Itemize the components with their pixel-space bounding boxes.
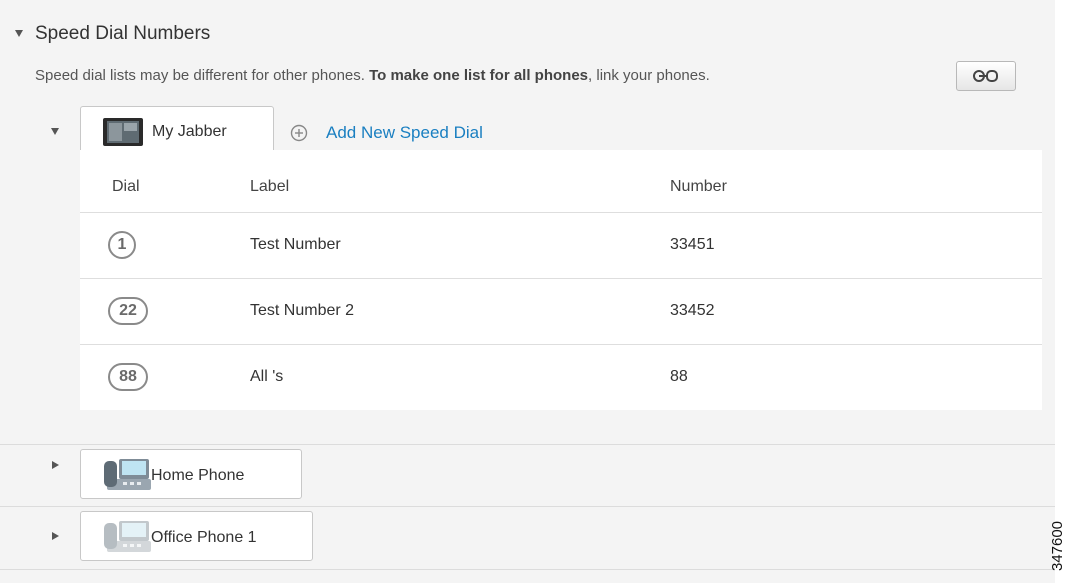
header-dial: Dial <box>112 178 140 195</box>
link-icon <box>973 70 998 82</box>
table-row[interactable]: 1 Test Number 33451 <box>80 212 1042 278</box>
info-text-bold: To make one list for all phones <box>369 67 589 84</box>
dial-badge: 1 <box>108 231 136 259</box>
collapse-device-icon[interactable] <box>51 128 59 135</box>
row-number: 88 <box>670 368 688 385</box>
row-number: 33452 <box>670 302 715 319</box>
link-phones-button[interactable] <box>956 61 1016 91</box>
expand-device-icon[interactable] <box>52 532 59 540</box>
header-number: Number <box>670 178 727 195</box>
add-speed-dial-label: Add New Speed Dial <box>326 123 483 142</box>
collapse-section-icon[interactable] <box>15 30 23 37</box>
device-button-office-phone-1[interactable]: Office Phone 1 <box>80 511 313 561</box>
desk-phone-icon <box>104 459 151 490</box>
device-label: Home Phone <box>151 467 245 484</box>
divider <box>0 569 1055 570</box>
expand-device-icon[interactable] <box>52 461 59 469</box>
divider <box>0 444 1055 445</box>
speed-dial-panel: Speed Dial Numbers Speed dial lists may … <box>0 0 1055 583</box>
table-row[interactable]: 88 All 's 88 <box>80 344 1042 410</box>
info-text: Speed dial lists may be different for ot… <box>35 67 710 84</box>
device-button-home-phone[interactable]: Home Phone <box>80 449 302 499</box>
row-number: 33451 <box>670 236 715 253</box>
row-label: Test Number <box>250 236 341 253</box>
dial-badge: 22 <box>108 297 148 325</box>
info-text-plain: Speed dial lists may be different for ot… <box>35 67 370 84</box>
tablet-icon <box>103 118 143 146</box>
row-label: All 's <box>250 368 284 385</box>
device-label: My Jabber <box>152 123 227 140</box>
table-row[interactable]: 22 Test Number 2 33452 <box>80 278 1042 344</box>
desk-phone-icon <box>104 521 151 552</box>
figure-id: 347600 <box>1049 520 1066 572</box>
info-text-suffix: , link your phones. <box>588 67 710 84</box>
row-label: Test Number 2 <box>250 302 355 319</box>
device-label: Office Phone 1 <box>151 529 257 546</box>
plus-circle-icon <box>290 124 308 142</box>
header-label: Label <box>250 178 290 195</box>
dial-badge: 88 <box>108 363 148 391</box>
section-title: Speed Dial Numbers <box>35 23 211 44</box>
divider <box>0 506 1055 507</box>
